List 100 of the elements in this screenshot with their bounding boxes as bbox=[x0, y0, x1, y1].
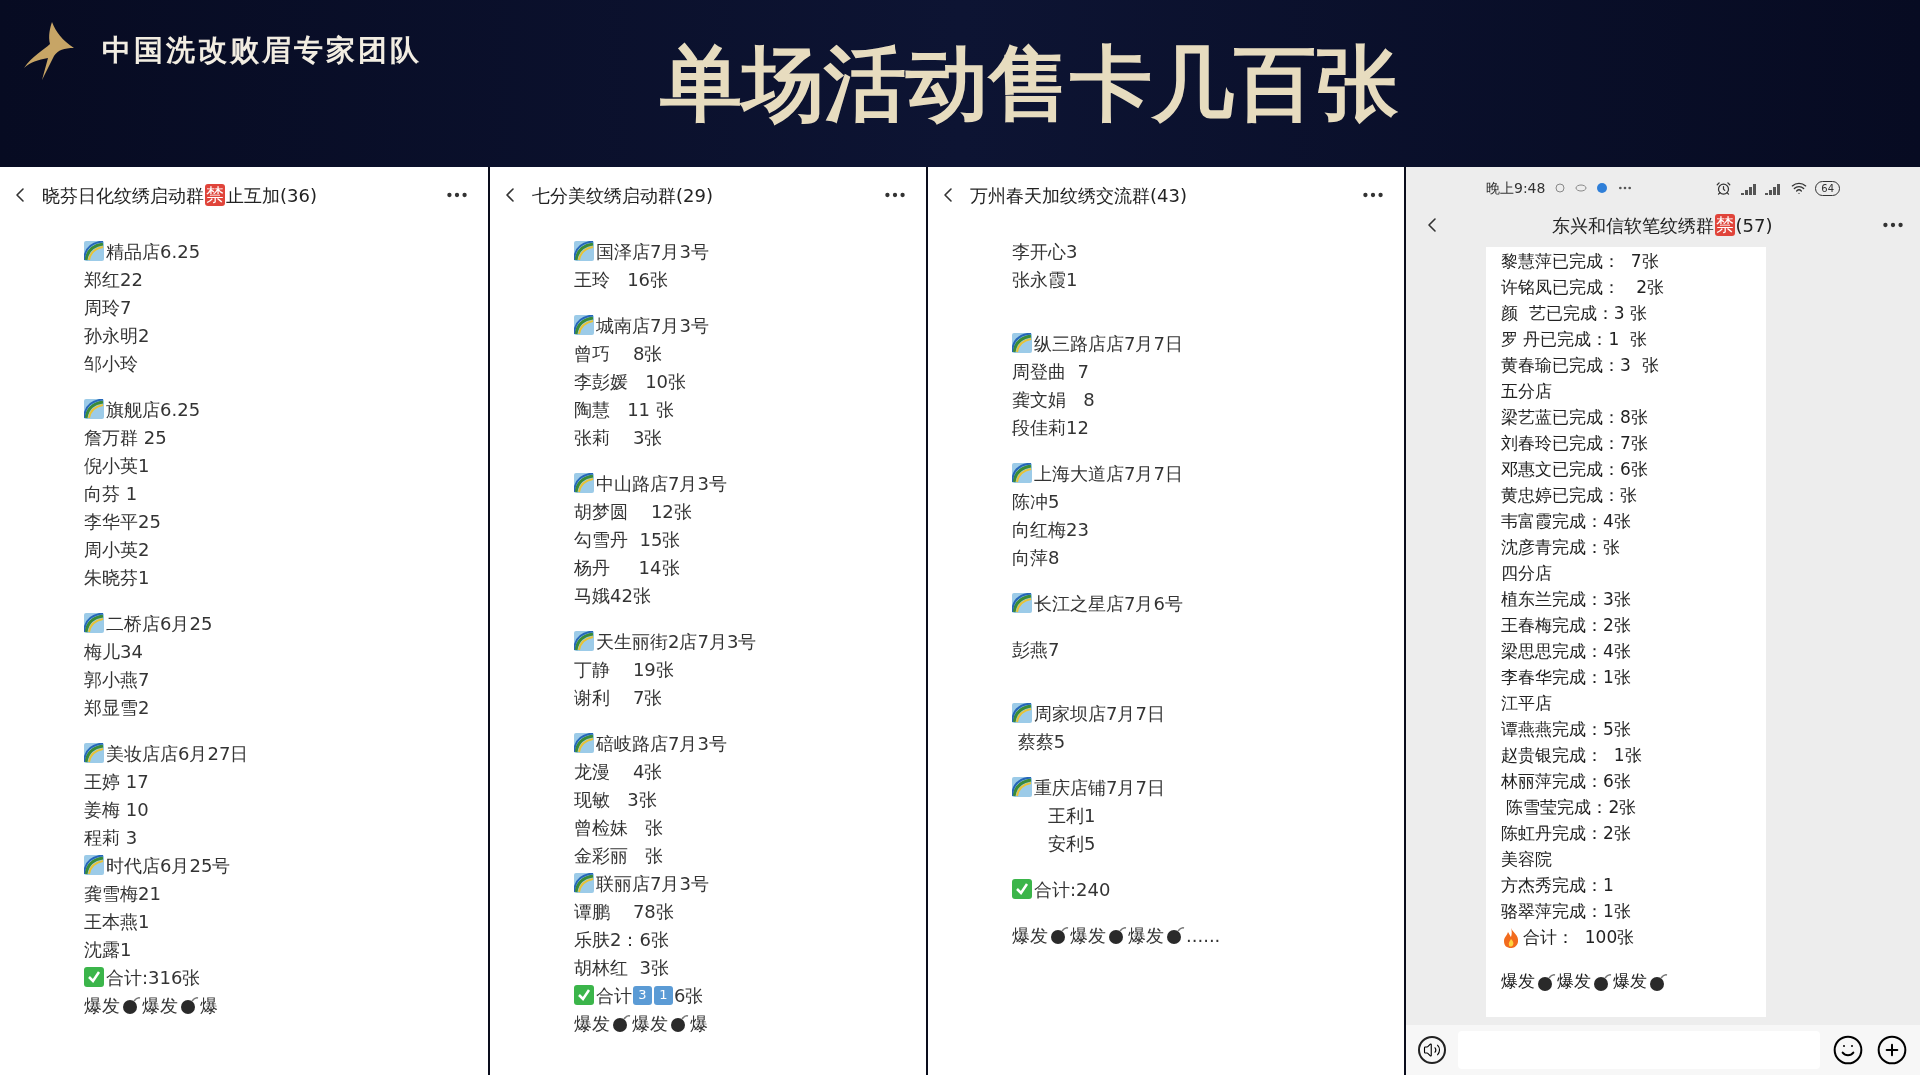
sales-line: 倪小英1 bbox=[84, 453, 150, 478]
sales-line: 陈冲5 bbox=[1012, 489, 1060, 514]
sales-line: 向红梅23 bbox=[1012, 517, 1089, 542]
sales-line: 郭小燕7 bbox=[84, 667, 150, 692]
bomb-icon bbox=[1107, 925, 1127, 945]
rainbow-icon bbox=[84, 855, 104, 875]
rainbow-icon bbox=[574, 315, 594, 335]
chat-title: 晓芬日化纹绣启动群禁止互加(36) bbox=[42, 182, 318, 209]
sales-line: 郑显雪2 bbox=[84, 695, 150, 720]
store-heading: 精品店6.25 bbox=[106, 239, 201, 264]
sales-line: 黎慧萍已完成： 7张 bbox=[1501, 250, 1659, 274]
sales-line: 李春华完成：1张 bbox=[1501, 666, 1631, 690]
sales-line: 胡林红 3张 bbox=[574, 955, 669, 980]
store-heading: 二桥店6月25 bbox=[106, 611, 213, 636]
burst-text: 爆发 bbox=[1012, 923, 1048, 948]
sales-line: 赵贵银完成： 1张 bbox=[1501, 744, 1642, 768]
rainbow-icon bbox=[574, 631, 594, 651]
sales-line: 颜 艺已完成：3 张 bbox=[1501, 302, 1648, 326]
emoji-icon[interactable] bbox=[1832, 1034, 1864, 1066]
burst-text: 爆发 bbox=[1557, 970, 1591, 994]
chat-title: 东兴和信软笔纹绣群禁(57) bbox=[1551, 212, 1773, 239]
sales-line: 金彩丽 张 bbox=[574, 843, 664, 868]
store-heading: 纵三路店店7月7日 bbox=[1034, 331, 1183, 356]
sales-line: 李华平25 bbox=[84, 509, 161, 534]
sales-line: 江平店 bbox=[1501, 692, 1552, 716]
sales-line: 李彭媛 10张 bbox=[574, 369, 687, 394]
sales-line: 姜梅 10 bbox=[84, 797, 149, 822]
burst-text: 爆 bbox=[200, 993, 218, 1018]
check-icon bbox=[84, 967, 104, 987]
sales-line: 许铭凤已完成： 2张 bbox=[1501, 276, 1665, 300]
sales-line: 龚文娟 8 bbox=[1012, 387, 1095, 412]
sales-line: 向萍8 bbox=[1012, 545, 1060, 570]
sales-line: 龚雪梅21 bbox=[84, 881, 161, 906]
burst-text: 爆发 bbox=[1613, 970, 1647, 994]
sales-line: 邹小玲 bbox=[84, 351, 138, 376]
sales-line: 段佳莉12 bbox=[1012, 415, 1089, 440]
sales-line: 蔡蔡5 bbox=[1016, 729, 1066, 754]
burst-text: 爆发 bbox=[1501, 970, 1535, 994]
sales-line: 黄忠婷已完成：张 bbox=[1501, 484, 1637, 508]
store-heading: 周家坝店7月7日 bbox=[1034, 701, 1165, 726]
store-heading: 美妆店店6月27日 bbox=[106, 741, 249, 766]
sales-line: 朱晓芬1 bbox=[84, 565, 150, 590]
sales-line: 向芬 1 bbox=[84, 481, 138, 506]
sales-line: 彭燕7 bbox=[1012, 637, 1060, 662]
bomb-icon bbox=[1049, 925, 1069, 945]
rainbow-icon bbox=[1012, 463, 1032, 483]
sales-line: 四分店 bbox=[1501, 562, 1552, 586]
sales-line: 马娥42张 bbox=[574, 583, 651, 608]
rainbow-icon bbox=[84, 241, 104, 261]
sales-line: 梁思思完成：4张 bbox=[1501, 640, 1631, 664]
store-heading: 时代店6月25号 bbox=[106, 853, 231, 878]
sales-line: 王利1 bbox=[1048, 803, 1096, 828]
number-key-emoji: 1 bbox=[654, 985, 673, 1005]
store-heading: 联丽店7月3号 bbox=[596, 871, 709, 896]
sales-line: 勾雪丹 15张 bbox=[574, 527, 681, 552]
status-time: 晚上9:48 bbox=[1486, 178, 1546, 198]
voice-icon[interactable] bbox=[1418, 1036, 1446, 1064]
store-heading: 国泽店7月3号 bbox=[596, 239, 709, 264]
sales-line: 邓惠文已完成：6张 bbox=[1501, 458, 1648, 482]
sales-line: 植东兰完成：3张 bbox=[1501, 588, 1631, 612]
plus-icon[interactable] bbox=[1876, 1034, 1908, 1066]
sales-line: 胡梦圆 12张 bbox=[574, 499, 692, 524]
rainbow-icon bbox=[574, 733, 594, 753]
sales-line: 王春梅完成：2张 bbox=[1501, 614, 1631, 638]
burst-text: 爆发 bbox=[632, 1011, 668, 1036]
cloud-notification-icon bbox=[1575, 184, 1588, 192]
sales-line: 程莉 3 bbox=[84, 825, 138, 850]
sales-line: 曾巧 8张 bbox=[574, 341, 663, 366]
sales-line: 罗 丹已完成：1 张 bbox=[1501, 328, 1648, 352]
store-heading: 碚岐路店7月3号 bbox=[596, 731, 727, 756]
burst-text: 爆发 bbox=[1070, 923, 1106, 948]
rainbow-icon bbox=[1012, 777, 1032, 797]
burst-text: 爆发 bbox=[1128, 923, 1164, 948]
sales-line: 王玲 16张 bbox=[574, 267, 669, 292]
burst-text: 爆发 bbox=[84, 993, 120, 1018]
sales-line: 周玲7 bbox=[84, 295, 132, 320]
sales-line: 五分店 bbox=[1501, 380, 1552, 404]
bomb-icon bbox=[1648, 972, 1668, 992]
sales-line: 陈雪莹完成：2张 bbox=[1505, 796, 1637, 820]
burst-text: 爆发 bbox=[574, 1011, 610, 1036]
total-text: 合计： 100张 bbox=[1523, 926, 1635, 950]
rainbow-icon bbox=[574, 873, 594, 893]
sales-line: 林丽萍完成：6张 bbox=[1501, 770, 1631, 794]
store-heading: 旗舰店6.25 bbox=[106, 397, 201, 422]
rainbow-icon bbox=[84, 399, 104, 419]
alarm-icon bbox=[1716, 180, 1732, 196]
brand-name: 中国洗改败眉专家团队 bbox=[102, 32, 422, 70]
chat-title: 万州春天加纹绣交流群(43) bbox=[970, 183, 1188, 208]
store-heading: 重庆店铺7月7日 bbox=[1034, 775, 1165, 800]
sales-line: 骆翠萍完成：1张 bbox=[1501, 900, 1631, 924]
flame-icon bbox=[1501, 927, 1521, 949]
rainbow-icon bbox=[1012, 703, 1032, 723]
chat-title: 七分美纹绣启动群(29) bbox=[532, 183, 714, 208]
sales-line: 杨丹 14张 bbox=[574, 555, 680, 580]
store-heading: 中山路店7月3号 bbox=[596, 471, 727, 496]
rainbow-icon bbox=[84, 613, 104, 633]
sales-line: 王本燕1 bbox=[84, 909, 150, 934]
store-heading: 天生丽街2店7月3号 bbox=[596, 629, 757, 654]
bomb-icon bbox=[121, 995, 141, 1015]
sales-line: 丁静 19张 bbox=[574, 657, 674, 682]
